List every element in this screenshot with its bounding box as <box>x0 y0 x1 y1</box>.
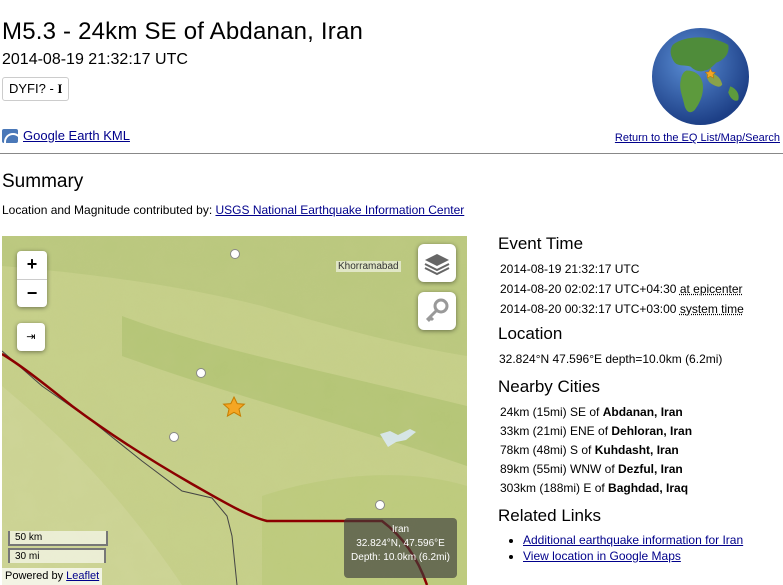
nearby-cities-list: 24km (15mi) SE of Abdanan, Iran 33km (21… <box>498 405 783 500</box>
city-name: Abdanan, Iran <box>602 405 683 419</box>
info-region: Iran <box>391 524 410 535</box>
contributed-by: Location and Magnitude contributed by: U… <box>2 203 464 217</box>
city-distance: 24km (15mi) SE of <box>500 405 603 419</box>
list-item: 78km (48mi) S of Kuhdasht, Iran <box>500 443 783 462</box>
related-link-iran[interactable]: Additional earthquake information for Ir… <box>523 533 743 547</box>
location-heading: Location <box>498 324 563 343</box>
page-title: M5.3 - 24km SE of Abdanan, Iran <box>2 18 364 45</box>
related-links-section: Related Links Additional earthquake info… <box>498 506 783 564</box>
event-time-local-value: 2014-08-20 02:02:17 UTC+04:30 <box>500 282 677 296</box>
dyfi-button[interactable]: DYFI? - I <box>2 77 70 101</box>
map-attribution: Powered by Leaflet <box>2 568 103 585</box>
event-time-section: Event Time 2014-08-19 21:32:17 UTC 2014-… <box>498 234 783 316</box>
city-distance: 303km (188mi) E of <box>500 481 609 495</box>
info-coords: 32.824°N, 47.596°E <box>356 538 445 549</box>
event-time-local: 2014-08-20 02:02:17 UTC+04:30 at epicent… <box>500 282 783 296</box>
zoom-control: + − <box>17 251 47 307</box>
related-link-google-maps[interactable]: View location in Google Maps <box>523 549 681 563</box>
return-link[interactable]: Return to the EQ List/Map/Search <box>615 132 780 144</box>
kml-link[interactable]: Google Earth KML <box>2 128 130 143</box>
city-distance: 78km (48mi) S of <box>500 443 595 457</box>
event-time-utc: 2014-08-19 21:32:17 UTC <box>500 262 640 276</box>
zoom-out-button[interactable]: − <box>17 279 47 307</box>
contributor-link[interactable]: USGS National Earthquake Information Cen… <box>215 203 464 217</box>
event-map[interactable]: + − ⇥ Khorramabad 50 km 30 mi Powered by… <box>2 236 467 585</box>
event-time-system: 2014-08-20 00:32:17 UTC+03:00 system tim… <box>500 302 783 316</box>
fit-bounds-button[interactable]: ⇥ <box>17 323 45 351</box>
location-section: Location 32.824°N 47.596°E depth=10.0km … <box>498 324 783 366</box>
related-links-list: Additional earthquake information for Ir… <box>498 532 783 564</box>
contributed-prefix: Location and Magnitude contributed by: <box>2 203 216 217</box>
event-time-system-value: 2014-08-20 00:32:17 UTC+03:00 <box>500 302 677 316</box>
system-time-tooltip[interactable]: system time <box>680 302 744 316</box>
divider <box>0 153 783 154</box>
layers-icon <box>424 254 450 276</box>
list-item: 89km (55mi) WNW of Dezful, Iran <box>500 462 783 481</box>
event-time-heading: Event Time <box>498 234 584 253</box>
nearby-cities-heading: Nearby Cities <box>498 377 601 396</box>
city-name: Kuhdasht, Iran <box>594 443 679 457</box>
scale-km: 50 km <box>8 531 108 546</box>
list-item: 33km (21mi) ENE of Dehloran, Iran <box>500 424 783 443</box>
list-item: Additional earthquake information for Ir… <box>523 532 783 548</box>
city-name: Dezful, Iran <box>618 462 683 476</box>
zoom-in-button[interactable]: + <box>17 251 47 279</box>
leaflet-link[interactable]: Leaflet <box>66 570 99 582</box>
dyfi-intensity: I <box>57 81 63 96</box>
attribution-prefix: Powered by <box>5 570 67 582</box>
dyfi-label: DYFI? - <box>9 81 58 96</box>
layers-button[interactable] <box>418 244 456 282</box>
globe-icon <box>651 27 750 126</box>
city-name: Baghdad, Iraq <box>608 481 689 495</box>
city-distance: 33km (21mi) ENE of <box>500 424 612 438</box>
list-item: 24km (15mi) SE of Abdanan, Iran <box>500 405 783 424</box>
city-distance: 89km (55mi) WNW of <box>500 462 619 476</box>
kml-link-text[interactable]: Google Earth KML <box>23 128 130 143</box>
info-depth: Depth: 10.0km (6.2mi) <box>351 552 450 563</box>
scale-mi: 30 mi <box>8 548 106 563</box>
kml-feed-icon <box>2 128 18 143</box>
location-text: 32.824°N 47.596°E depth=10.0km (6.2mi) <box>499 352 723 366</box>
nearby-cities-section: Nearby Cities 24km (15mi) SE of Abdanan,… <box>498 377 783 500</box>
related-links-heading: Related Links <box>498 506 602 525</box>
list-item: 303km (188mi) E of Baghdad, Iraq <box>500 481 783 500</box>
key-icon <box>425 298 449 323</box>
city-name: Dehloran, Iran <box>611 424 693 438</box>
summary-heading: Summary <box>2 171 84 192</box>
legend-button[interactable] <box>418 292 456 330</box>
epicenter-tooltip[interactable]: at epicenter <box>680 282 743 296</box>
map-city-label: Khorramabad <box>336 261 401 272</box>
event-datetime: 2014-08-19 21:32:17 UTC <box>2 51 188 68</box>
list-item: View location in Google Maps <box>523 548 783 564</box>
map-info-box: Iran 32.824°N, 47.596°E Depth: 10.0km (6… <box>344 518 457 578</box>
